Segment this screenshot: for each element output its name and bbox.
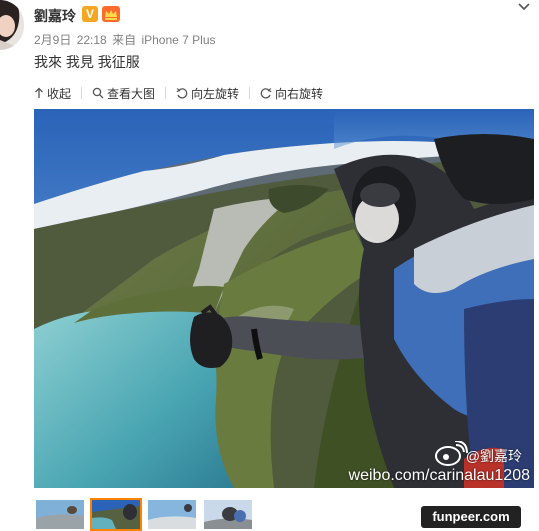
avatar[interactable] [0,0,24,50]
thumbnail-selected[interactable] [90,498,142,531]
post-meta: 2月9日 22:18 来自 iPhone 7 Plus [34,31,218,48]
site-watermark: funpeer.com [421,506,521,528]
toolbar-divider [81,87,83,99]
watermark-handle: @劉嘉玲 [465,448,522,464]
username[interactable]: 劉嘉玲 [34,6,76,26]
weibo-logo-icon [434,441,468,467]
view-large-button[interactable]: 查看大图 [92,85,155,102]
thumbnail[interactable] [34,498,86,531]
rotate-left-label: 向左旋转 [191,86,240,101]
image-toolbar: 收起 查看大图 向左旋转 向右旋转 [34,84,323,102]
collapse-label: 收起 [47,86,72,101]
rotate-right-button[interactable]: 向右旋转 [260,85,323,102]
post-image[interactable]: @劉嘉玲 weibo.com/carinalau1208 [34,109,534,488]
post-time[interactable]: 22:18 [77,33,107,47]
post-source: iPhone 7 Plus [141,33,216,47]
thumbnail[interactable] [146,498,198,531]
rotate-left-button[interactable]: 向左旋转 [176,85,239,102]
source-prefix: 来自 [112,33,137,47]
arrow-up-icon [35,87,43,98]
thumbnail-strip [34,498,254,531]
vip-crown-icon [102,6,120,22]
rotate-right-label: 向右旋转 [275,86,324,101]
view-large-label: 查看大图 [107,86,156,101]
rotate-left-icon [176,88,188,99]
rotate-right-icon [260,88,272,99]
verified-icon: V [82,6,98,22]
thumbnail[interactable] [202,498,254,531]
search-icon [92,87,104,99]
toolbar-divider [249,87,251,99]
watermark-url: weibo.com/carinalau1208 [348,467,530,484]
post-date[interactable]: 2月9日 [34,33,71,47]
collapse-button[interactable]: 收起 [34,85,71,102]
toolbar-divider [165,87,167,99]
chevron-down-icon[interactable] [517,0,531,12]
post-text: 我來 我見 我征服 [34,54,140,70]
